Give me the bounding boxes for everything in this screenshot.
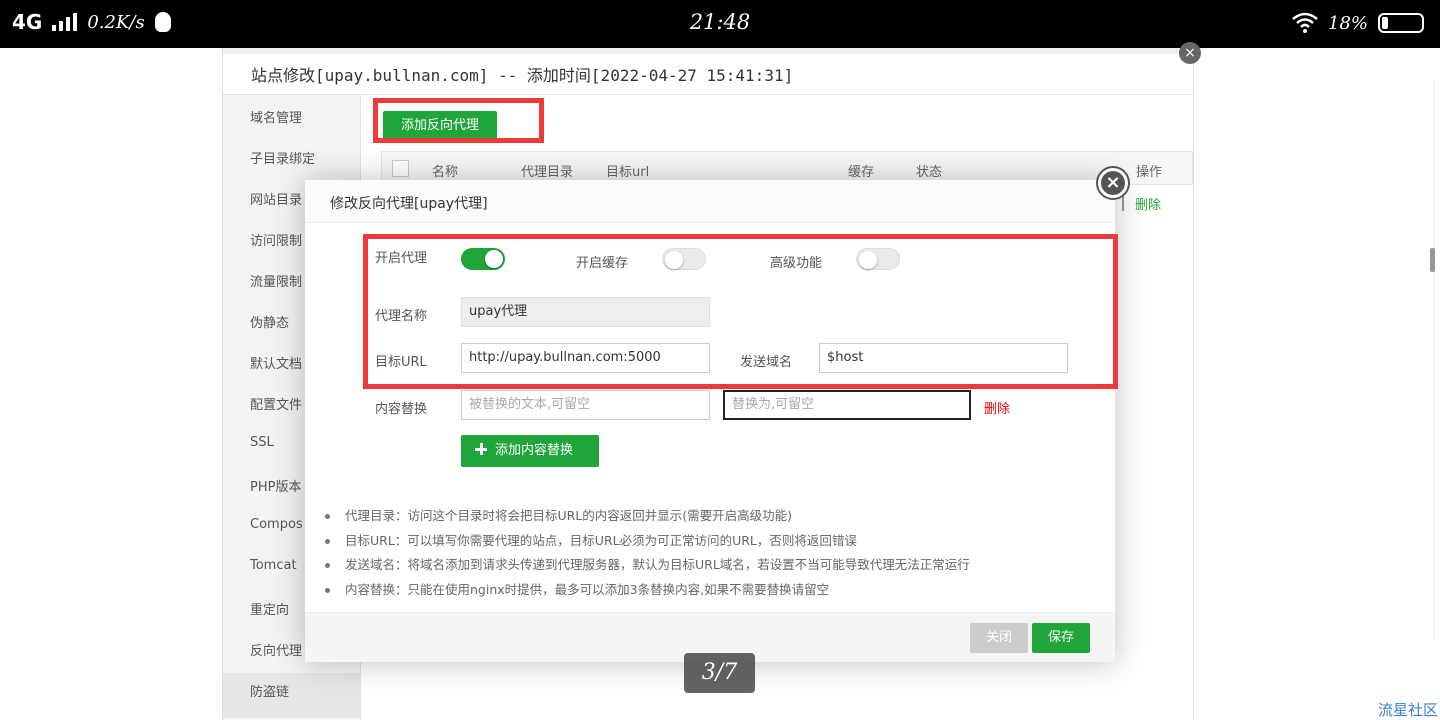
sidebar-item-traffic-limit[interactable]: 流量限制 [250,271,302,290]
sidebar-item-ssl[interactable]: SSL [250,435,274,450]
sidebar-item-domain[interactable]: 域名管理 [250,107,302,126]
th-status: 状态 [916,165,943,180]
phone-status-bar: 4G 0.2K/s 21:48 18% [0,0,1440,48]
tip-item: 目标URL：可以填写你需要代理的站点，目标URL必须为可正常访问的URL，否则将… [325,530,1105,555]
sidebar-item-rewrite[interactable]: 伪静态 [250,312,289,331]
replace-from-input[interactable]: 被替换的文本,可留空 [461,390,710,420]
th-actions: 操作 [1136,165,1163,180]
watermark: 流星社区 [1377,701,1438,719]
dialog-title: 修改反向代理[upay代理] [330,196,488,212]
window-close-icon[interactable]: × [1179,42,1201,64]
help-tips: 代理目录：访问这个目录时将会把目标URL的内容返回并显示(需要开启高级功能) 目… [325,505,1105,603]
save-button[interactable]: 保存 [1032,623,1090,653]
th-target-url: 目标url [606,165,650,180]
sidebar-item-redirect[interactable]: 重定向 [250,599,289,618]
page-indicator: 3/7 [684,653,755,693]
sidebar-item-php-version[interactable]: PHP版本 [250,476,301,495]
sidebar-item-tomcat[interactable]: Tomcat [250,558,297,573]
content-replace-label: 内容替换 [375,402,428,417]
sidebar-item-composer[interactable]: Compos [250,517,303,532]
tip-item: 发送域名：将域名添加到请求头传递到代理服务器，默认为目标URL域名，若设置不当可… [325,554,1105,579]
tip-item: 内容替换：只能在使用nginx时提供，最多可以添加3条替换内容,如果不需要替换请… [325,579,1105,604]
battery-percent: 18% [1327,12,1368,34]
highlight-proxy-settings [363,234,1118,389]
wifi-icon [1292,12,1318,33]
sidebar-active-highlight [223,673,361,718]
sidebar-item-default-doc[interactable]: 默认文档 [250,353,302,372]
tip-item: 代理目录：访问这个目录时将会把目标URL的内容返回并显示(需要开启高级功能) [325,505,1105,530]
dialog-close-icon[interactable]: × [1096,166,1130,200]
highlight-add-button [373,98,544,143]
clock: 21:48 [689,10,751,34]
th-proxy-dir: 代理目录 [521,165,574,180]
select-all-checkbox[interactable] [392,160,409,177]
th-cache: 缓存 [848,165,875,180]
plus-icon [475,443,487,455]
sidebar-item-hotlink[interactable]: 防盗链 [250,681,289,700]
sidebar-item-reverse-proxy[interactable]: 反向代理 [250,640,302,659]
th-name: 名称 [432,165,459,180]
replace-to-input[interactable]: 替换为,可留空 [723,390,971,420]
battery-icon [1378,13,1424,33]
add-content-replace-label: 添加内容替换 [495,443,574,458]
scrollbar-thumb[interactable] [1430,248,1435,272]
close-button[interactable]: 关闭 [970,623,1028,653]
sidebar-item-access-limit[interactable]: 访问限制 [250,230,302,249]
window-title: 站点修改[upay.bullnan.com] -- 添加时间[2022-04-2… [251,66,794,85]
sidebar-item-subdir[interactable]: 子目录绑定 [250,148,315,167]
add-content-replace-button[interactable]: 添加内容替换 [461,435,599,467]
sidebar-item-config-file[interactable]: 配置文件 [250,394,302,413]
delete-replace-link[interactable]: 删除 [984,398,1010,417]
sidebar-item-site-dir[interactable]: 网站目录 [250,189,302,208]
row-delete-link[interactable]: 删除 [1135,194,1161,213]
